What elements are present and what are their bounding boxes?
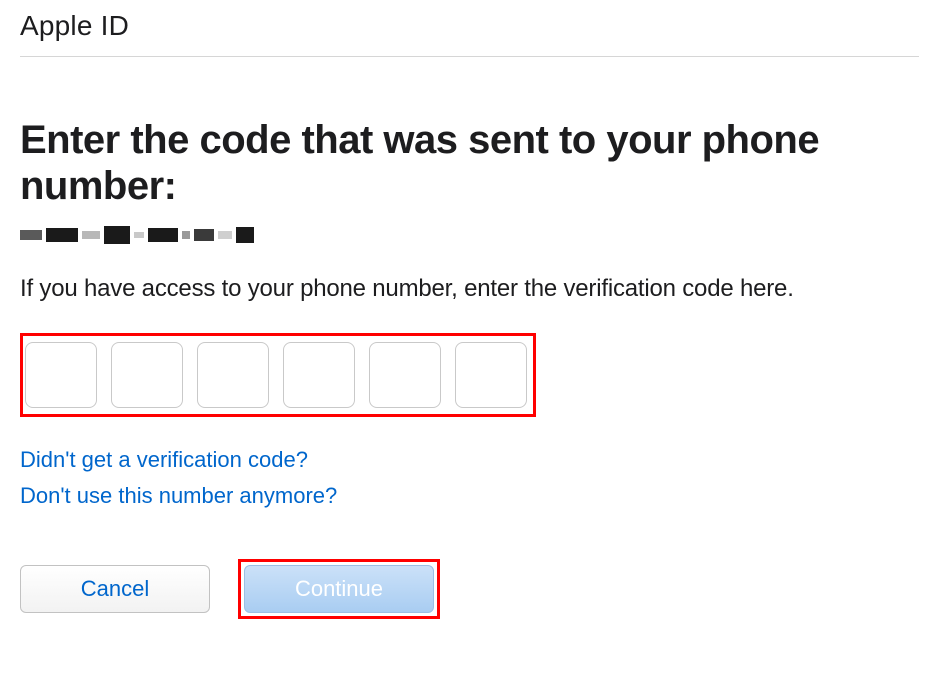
continue-button[interactable]: Continue: [244, 565, 434, 613]
code-digit-3[interactable]: [197, 342, 269, 408]
header: Apple ID: [20, 10, 919, 57]
phone-number-redacted: [20, 223, 919, 247]
resend-code-link[interactable]: Didn't get a verification code?: [20, 447, 308, 473]
code-digit-6[interactable]: [455, 342, 527, 408]
code-digit-4[interactable]: [283, 342, 355, 408]
page-title: Apple ID: [20, 10, 919, 42]
continue-button-highlight: Continue: [238, 559, 440, 619]
cancel-button[interactable]: Cancel: [20, 565, 210, 613]
code-input-highlight: [20, 333, 536, 417]
code-digit-5[interactable]: [369, 342, 441, 408]
button-row: Cancel Continue: [20, 559, 919, 619]
code-digit-1[interactable]: [25, 342, 97, 408]
no-number-link[interactable]: Don't use this number anymore?: [20, 483, 337, 509]
verification-code-group: [25, 342, 527, 408]
code-digit-2[interactable]: [111, 342, 183, 408]
main-heading: Enter the code that was sent to your pho…: [20, 117, 919, 209]
instruction-text: If you have access to your phone number,…: [20, 275, 919, 303]
help-links: Didn't get a verification code? Don't us…: [20, 447, 919, 509]
